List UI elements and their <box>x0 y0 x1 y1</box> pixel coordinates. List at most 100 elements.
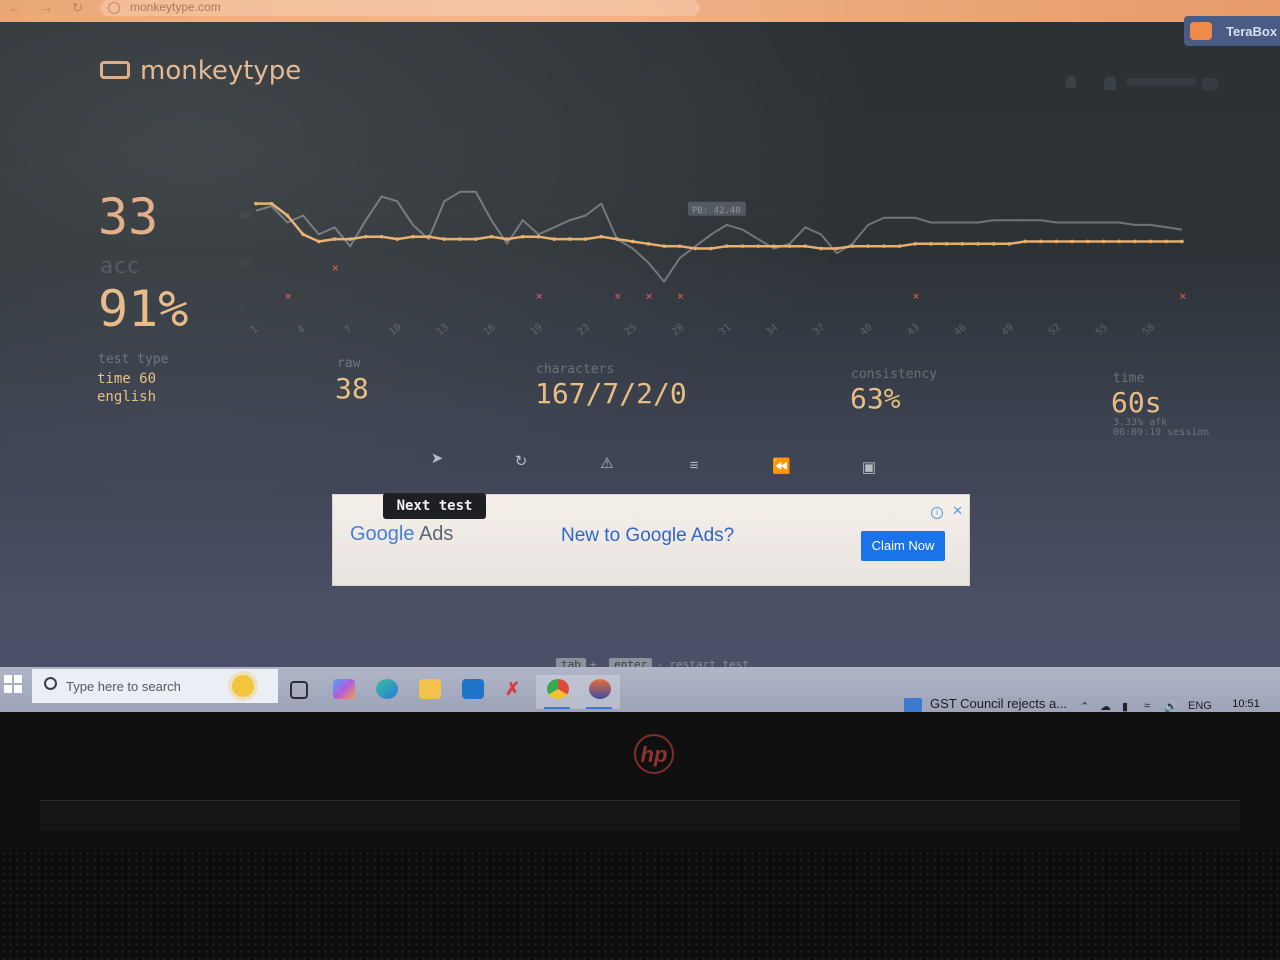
weather-icon[interactable] <box>232 675 254 697</box>
windows-start-icon[interactable] <box>4 675 22 693</box>
raw-value: 38 <box>335 372 369 405</box>
language-indicator[interactable]: ENG <box>1188 700 1212 712</box>
wpm-point <box>1038 239 1043 244</box>
x-tick-label: 28 <box>670 322 686 338</box>
ad-headline[interactable]: New to Google Ads? <box>561 525 734 547</box>
task-view-icon[interactable] <box>290 681 308 699</box>
wpm-point <box>316 239 321 244</box>
wpm-point <box>301 232 305 237</box>
wpm-point <box>929 242 933 246</box>
replay-icon[interactable]: ⏪ <box>772 458 791 476</box>
close-icon[interactable]: ✕ <box>952 503 963 519</box>
news-headline: GST Council rejects a... <box>930 696 1068 711</box>
wpm-point <box>599 234 604 239</box>
x-tick-label: 46 <box>953 322 969 338</box>
copilot-icon[interactable] <box>333 679 355 699</box>
wpm-point <box>756 244 761 248</box>
test-type-label: test type <box>98 352 169 367</box>
wpm-point <box>1086 239 1090 244</box>
wpm-value: 33 <box>98 188 159 246</box>
next-test-icon[interactable]: ➤ <box>428 450 446 468</box>
account-name[interactable] <box>1126 78 1196 86</box>
x-tick-label: 7 <box>343 324 355 336</box>
edge-icon[interactable] <box>376 679 398 699</box>
characters-value: 167/7/2/0 <box>535 377 687 410</box>
address-bar[interactable]: monkeytype.com <box>100 0 700 16</box>
taskbar: Type here to search ✗ GST Council reject… <box>0 667 1280 712</box>
battery-icon[interactable]: ▮ <box>1122 700 1128 712</box>
wpm-point <box>505 237 509 241</box>
wpm-point <box>332 237 337 241</box>
search-placeholder: Type here to search <box>66 679 181 694</box>
x-tick-label: 37 <box>811 322 827 338</box>
app-logo[interactable]: monkeytype <box>100 56 301 86</box>
x-tick-label: 58 <box>1141 322 1157 338</box>
x-tick-label: 19 <box>529 322 545 338</box>
y-tick-label: 40 <box>240 211 251 221</box>
onedrive-icon[interactable]: ☁ <box>1100 700 1111 712</box>
wpm-point <box>1117 239 1122 244</box>
logo-text: monkeytype <box>140 56 302 86</box>
time-value: 60s <box>1111 386 1162 419</box>
wpm-point <box>740 244 745 248</box>
wpm-point <box>866 244 870 248</box>
site-info-icon[interactable] <box>108 2 120 14</box>
forward-arrow-icon[interactable]: → <box>40 0 53 15</box>
wpm-point <box>254 201 258 206</box>
url-text: monkeytype.com <box>130 0 221 14</box>
wpm-point <box>662 244 666 248</box>
chevron-up-icon[interactable]: ⌃ <box>1080 700 1089 712</box>
wpm-point <box>411 234 415 239</box>
wifi-icon[interactable]: ≈ <box>1144 700 1150 712</box>
keyboard-icon <box>100 60 130 79</box>
test-type-mode: time 60 <box>97 371 157 387</box>
wpm-point <box>677 244 682 248</box>
x-tick-label: 49 <box>1000 322 1016 338</box>
app-icon[interactable]: ✗ <box>505 679 527 699</box>
taskbar-search[interactable]: Type here to search <box>32 669 278 703</box>
wpm-point <box>583 237 588 241</box>
x-tick-label: 31 <box>717 322 733 338</box>
news-widget[interactable]: GST Council rejects a... <box>904 696 1067 712</box>
google-wordmark: Google <box>350 523 415 545</box>
wpm-point <box>473 237 478 241</box>
user-icon[interactable] <box>1104 76 1116 90</box>
words-history-icon[interactable]: ≡ <box>685 457 703 475</box>
claim-now-button[interactable]: Claim Now <box>861 531 945 561</box>
wpm-point <box>458 237 462 241</box>
browser-app-icon[interactable] <box>589 679 611 699</box>
x-tick-label: 22 <box>576 322 592 338</box>
warning-icon[interactable]: ⚠ <box>598 455 616 473</box>
hp-logo: hp <box>634 734 674 774</box>
wpm-point <box>991 242 996 246</box>
wpm-point <box>913 242 917 246</box>
wpm-point <box>1054 239 1059 244</box>
chrome-icon[interactable] <box>547 679 569 699</box>
level-badge <box>1202 78 1218 90</box>
wpm-point <box>395 237 400 241</box>
x-tick-label: 34 <box>764 322 780 338</box>
reload-icon[interactable]: ↻ <box>72 0 83 16</box>
outlook-icon[interactable] <box>462 679 484 699</box>
restart-icon[interactable]: ↻ <box>512 453 530 471</box>
file-explorer-icon[interactable] <box>419 679 441 699</box>
screenshot-icon[interactable]: ▣ <box>860 459 878 477</box>
wpm-point <box>834 246 839 251</box>
back-arrow-icon[interactable]: ← <box>8 0 21 15</box>
error-marker: × <box>645 292 653 302</box>
wpm-point <box>379 234 384 239</box>
screen: ← → ↻ monkeytype.com TeraBox monkeytype … <box>0 0 1280 712</box>
x-tick-label: 13 <box>435 322 451 338</box>
clock[interactable]: 10:51 22-12-2024 <box>1216 696 1276 712</box>
adchoices-icon[interactable]: i <box>931 507 943 519</box>
bell-icon[interactable] <box>1066 76 1076 88</box>
wpm-point <box>1133 239 1137 244</box>
wpm-point <box>1023 239 1027 244</box>
terabox-extension[interactable]: TeraBox <box>1184 16 1280 46</box>
wpm-point <box>630 239 635 244</box>
laptop-hinge <box>40 800 1240 831</box>
error-marker: × <box>677 292 685 302</box>
wpm-point <box>269 201 274 206</box>
volume-icon[interactable]: 🔊 <box>1164 700 1178 712</box>
error-marker: × <box>1179 292 1187 302</box>
